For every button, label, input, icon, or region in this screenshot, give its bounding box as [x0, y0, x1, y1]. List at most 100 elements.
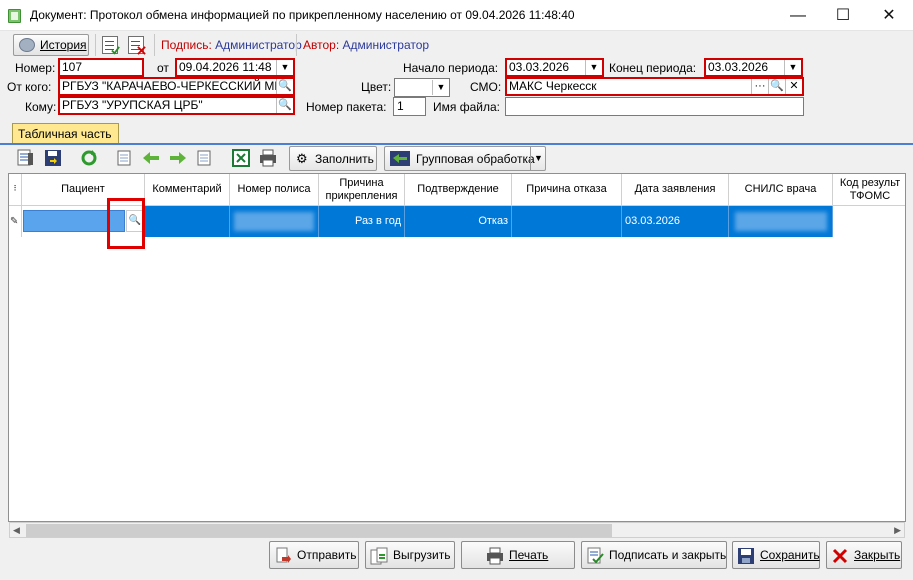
row-selector-header-icon: ⁝: [9, 174, 22, 206]
period-end-dropdown-icon[interactable]: ▼: [784, 60, 801, 75]
column-header[interactable]: Комментарий: [145, 174, 230, 206]
period-end-field[interactable]: 03.03.2026 ▼: [704, 58, 803, 77]
color-select[interactable]: ▼: [394, 78, 450, 97]
confirmation-cell[interactable]: Отказ: [405, 206, 512, 237]
column-header[interactable]: СНИЛС врача: [729, 174, 833, 206]
export-label: Выгрузить: [393, 548, 451, 562]
send-icon: [274, 547, 292, 565]
scroll-left-icon[interactable]: ◀: [13, 525, 20, 536]
period-start-label: Начало периода:: [403, 61, 499, 75]
from-value: РГБУЗ "КАРАЧАЕВО-ЧЕРКЕССКИЙ МНО: [62, 79, 293, 93]
period-start-field[interactable]: 03.03.2026 ▼: [505, 58, 604, 77]
snils-redacted: [735, 212, 827, 231]
group-processing-button[interactable]: Групповая обработка ▼: [384, 146, 546, 171]
filename-label: Имя файла:: [433, 100, 500, 114]
print-label: Печать: [509, 548, 549, 562]
arrow-left-icon[interactable]: [142, 149, 160, 167]
number-field[interactable]: 107: [58, 58, 144, 77]
date-dropdown-icon[interactable]: ▼: [276, 60, 293, 75]
tab-table-part[interactable]: Табличная часть: [12, 123, 119, 144]
refresh-icon[interactable]: [80, 149, 98, 167]
result-code-cell[interactable]: [833, 206, 905, 237]
policy-cell[interactable]: [230, 206, 319, 237]
column-header[interactable]: Причина отказа: [512, 174, 622, 206]
smo-search-icon[interactable]: 🔍: [768, 79, 785, 94]
group-processing-label: Групповая обработка: [416, 152, 535, 166]
smo-value: МАКС Черкесск: [509, 79, 597, 93]
scroll-right-icon[interactable]: ▶: [894, 525, 901, 536]
signature-value: Администратор: [215, 38, 302, 52]
column-header[interactable]: Причина прикрепления: [319, 174, 405, 206]
smo-more-icon[interactable]: ···: [751, 79, 768, 94]
sign-icon: [586, 547, 604, 565]
fill-button[interactable]: ⚙ Заполнить: [289, 146, 377, 171]
title-bar: Документ: Протокол обмена информацией по…: [0, 0, 913, 31]
close-x-icon: [831, 547, 849, 565]
document-sign-icon[interactable]: [102, 36, 120, 55]
save-row-icon[interactable]: [44, 149, 62, 167]
history-button[interactable]: История: [13, 34, 89, 56]
sign-and-close-label: Подписать и закрыть: [609, 548, 727, 562]
group-processing-icon: [390, 151, 410, 166]
author-value: Администратор: [342, 38, 430, 52]
export-icon: [370, 547, 388, 565]
excel-icon[interactable]: [232, 149, 250, 167]
reason-cell[interactable]: Раз в год: [319, 206, 405, 237]
minimize-button[interactable]: —: [775, 0, 821, 31]
print-icon[interactable]: [259, 149, 277, 167]
column-header[interactable]: Код результ ТФОМС: [833, 174, 905, 206]
smo-clear-icon[interactable]: ✕: [785, 79, 802, 94]
packet-label: Номер пакета:: [306, 100, 387, 114]
refusal-reason-cell[interactable]: [512, 206, 622, 237]
close-button[interactable]: ✕: [866, 0, 912, 31]
from-label: От кого:: [7, 80, 52, 94]
column-header[interactable]: Дата заявления: [622, 174, 729, 206]
period-start-dropdown-icon[interactable]: ▼: [585, 60, 602, 75]
to-field[interactable]: РГБУЗ "УРУПСКАЯ ЦРБ" 🔍: [58, 96, 295, 115]
period-end-value: 03.03.2026: [708, 60, 769, 74]
author-label: Автор:: [303, 38, 340, 52]
app-icon: [8, 9, 21, 23]
color-label: Цвет:: [361, 80, 392, 94]
group-processing-dropdown-icon[interactable]: ▼: [530, 147, 546, 170]
comment-cell[interactable]: [145, 206, 230, 237]
from-field[interactable]: РГБУЗ "КАРАЧАЕВО-ЧЕРКЕССКИЙ МНО 🔍: [58, 77, 295, 96]
date-label: от: [157, 61, 169, 75]
arrow-right-icon[interactable]: [169, 149, 187, 167]
send-button[interactable]: Отправить: [269, 541, 359, 569]
history-icon: [19, 38, 35, 52]
export-button[interactable]: Выгрузить: [365, 541, 455, 569]
column-header[interactable]: Подтверждение: [405, 174, 512, 206]
document-unsign-icon[interactable]: [128, 36, 146, 55]
save-button[interactable]: Сохранить: [732, 541, 820, 569]
packet-field[interactable]: 1: [393, 97, 426, 116]
copy-row-icon[interactable]: [116, 149, 134, 167]
scrollbar-thumb[interactable]: [26, 524, 612, 537]
to-search-icon[interactable]: 🔍: [276, 98, 293, 113]
column-header[interactable]: Номер полиса: [230, 174, 319, 206]
from-search-icon[interactable]: 🔍: [276, 79, 293, 94]
print-button[interactable]: Печать: [461, 541, 575, 569]
move-row-icon[interactable]: [196, 149, 214, 167]
filename-field[interactable]: [505, 97, 804, 116]
toolbar-divider: [95, 34, 96, 56]
doctor-snils-cell[interactable]: [729, 206, 833, 237]
close-form-label: Закрыть: [854, 548, 901, 562]
signature-info: Подпись: Администратор: [161, 38, 302, 52]
to-label: Кому:: [25, 100, 57, 114]
add-row-icon[interactable]: [17, 149, 35, 167]
smo-field[interactable]: МАКС Черкесск ··· 🔍 ✕: [505, 77, 804, 96]
policy-redacted: [234, 212, 314, 231]
maximize-button[interactable]: ☐: [820, 0, 866, 31]
horizontal-scrollbar[interactable]: ◀ ▶: [9, 522, 905, 538]
printer-icon: [486, 547, 504, 565]
close-form-button[interactable]: Закрыть: [826, 541, 902, 569]
date-value: 09.04.2026 11:48: [179, 60, 272, 74]
color-dropdown-icon[interactable]: ▼: [432, 80, 449, 95]
tab-divider: [0, 143, 913, 145]
sign-and-close-button[interactable]: Подписать и закрыть: [581, 541, 727, 569]
save-label: Сохранить: [760, 548, 820, 562]
date-field[interactable]: 09.04.2026 11:48 ▼: [175, 58, 295, 77]
date-cell[interactable]: 03.03.2026: [622, 206, 729, 237]
signature-label: Подпись:: [161, 38, 212, 52]
